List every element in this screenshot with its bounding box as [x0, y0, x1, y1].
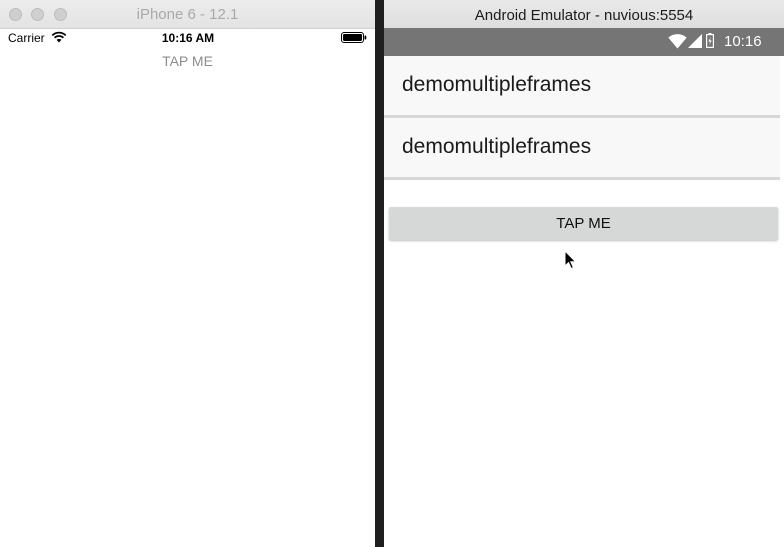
- mouse-cursor-icon: [564, 250, 577, 270]
- battery-icon: [341, 32, 367, 43]
- android-window-titlebar[interactable]: Android Emulator - nuvious:5554: [384, 0, 784, 28]
- frame-label: demomultipleframes: [402, 135, 592, 158]
- ios-status-bar: Carrier 10:16 AM: [0, 28, 375, 48]
- ios-tap-me-button[interactable]: TAP ME: [0, 53, 375, 69]
- android-emulator-window: Android Emulator - nuvious:5554 10:16 de…: [384, 0, 784, 547]
- battery-icon: [706, 33, 714, 48]
- ios-clock: 10:16 AM: [161, 31, 215, 45]
- frame-label: demomultipleframes: [402, 73, 592, 96]
- ios-simulator-window: iPhone 6 - 12.1 Carrier 10:16 AM TAP ME: [0, 0, 375, 547]
- ios-window-titlebar[interactable]: iPhone 6 - 12.1: [0, 0, 375, 29]
- wifi-icon: [668, 34, 687, 49]
- android-window-title: Android Emulator - nuvious:5554: [474, 7, 694, 24]
- frame-card: demomultipleframes: [384, 118, 780, 180]
- android-clock: 10:16: [724, 33, 762, 50]
- ios-window-title: iPhone 6 - 12.1: [136, 6, 239, 23]
- signal-icon: [688, 34, 702, 48]
- android-status-bar: 10:16: [384, 28, 784, 56]
- frame-card: demomultipleframes: [384, 56, 780, 118]
- android-tap-me-button[interactable]: TAP ME: [389, 207, 778, 240]
